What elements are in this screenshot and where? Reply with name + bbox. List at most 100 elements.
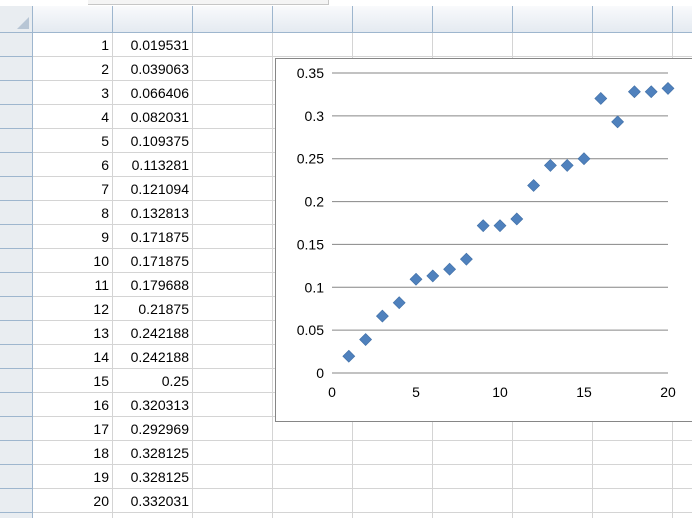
row-header-10[interactable]	[0, 249, 33, 273]
cell-b6[interactable]: 0.113281	[113, 153, 192, 176]
cell-a6[interactable]: 6	[33, 153, 112, 176]
cell-b5[interactable]: 0.109375	[113, 129, 192, 152]
cell-b13[interactable]: 0.242188	[113, 321, 192, 344]
column-header-next[interactable]	[673, 6, 692, 33]
row-header-6[interactable]	[0, 153, 33, 177]
cell-a15[interactable]: 15	[33, 369, 112, 392]
column-header-b[interactable]	[113, 6, 193, 33]
cell-a8[interactable]: 8	[33, 201, 112, 224]
row-header-5[interactable]	[0, 129, 33, 153]
row-header-7[interactable]	[0, 177, 33, 201]
cell-a4[interactable]: 4	[33, 105, 112, 128]
cell-a5[interactable]: 5	[33, 129, 112, 152]
row-header-19[interactable]	[0, 465, 33, 489]
column-header-e[interactable]	[353, 6, 433, 33]
row-header-16[interactable]	[0, 393, 33, 417]
data-point	[560, 158, 574, 172]
data-point	[493, 219, 507, 233]
column-gridline	[272, 33, 273, 518]
scatter-chart[interactable]: 0 0.05 0.1 0.15 0.2 0.25 0.3 0.35 0 5 10 15 20	[275, 58, 692, 422]
row-header-20[interactable]	[0, 489, 33, 513]
cell-a1[interactable]: 1	[33, 33, 112, 56]
x-tick-label: 15	[576, 384, 592, 400]
row-gridline	[33, 512, 692, 513]
column-header-h[interactable]	[593, 6, 673, 33]
row-header-14[interactable]	[0, 345, 33, 369]
cell-a13[interactable]: 13	[33, 321, 112, 344]
row-header-3[interactable]	[0, 81, 33, 105]
row-header-17[interactable]	[0, 417, 33, 441]
row-header-8[interactable]	[0, 201, 33, 225]
x-tick-label: 20	[660, 384, 676, 400]
cell-a12[interactable]: 12	[33, 297, 112, 320]
cell-b20[interactable]: 0.332031	[113, 489, 192, 512]
cell-a19[interactable]: 19	[33, 465, 112, 488]
cell-b3[interactable]: 0.066406	[113, 81, 192, 104]
row-header-9[interactable]	[0, 225, 33, 249]
data-point	[476, 219, 490, 233]
data-point	[543, 158, 557, 172]
cell-b9[interactable]: 0.171875	[113, 225, 192, 248]
column-header-g[interactable]	[513, 6, 593, 33]
cell-b10[interactable]: 0.171875	[113, 249, 192, 272]
row-header-next[interactable]	[0, 513, 33, 518]
data-point	[611, 115, 625, 129]
y-tick-label: 0.3	[305, 108, 325, 124]
cell-b11[interactable]: 0.179688	[113, 273, 192, 296]
y-tick-label: 0.2	[305, 194, 325, 210]
cell-b7[interactable]: 0.121094	[113, 177, 192, 200]
row-header-13[interactable]	[0, 321, 33, 345]
cell-b18[interactable]: 0.328125	[113, 441, 192, 464]
row-header-15[interactable]	[0, 369, 33, 393]
y-tick-label: 0.35	[297, 65, 324, 81]
column-header-f[interactable]	[433, 6, 513, 33]
cell-a20[interactable]: 20	[33, 489, 112, 512]
cell-b8[interactable]: 0.132813	[113, 201, 192, 224]
column-header-a[interactable]	[33, 6, 113, 33]
cell-a14[interactable]: 14	[33, 345, 112, 368]
x-tick-label: 0	[328, 384, 336, 400]
select-all-button[interactable]	[0, 6, 33, 33]
cell-b4[interactable]: 0.082031	[113, 105, 192, 128]
column-header-d[interactable]	[273, 6, 353, 33]
data-point	[510, 212, 524, 226]
cell-b17[interactable]: 0.292969	[113, 417, 192, 440]
row-header-1[interactable]	[0, 33, 33, 57]
row-header-18[interactable]	[0, 441, 33, 465]
cell-b1[interactable]: 0.019531	[113, 33, 192, 56]
data-point	[594, 92, 608, 105]
cell-a17[interactable]: 17	[33, 417, 112, 440]
row-header-11[interactable]	[0, 273, 33, 297]
cell-a16[interactable]: 16	[33, 393, 112, 416]
cell-a10[interactable]: 10	[33, 249, 112, 272]
data-point	[392, 296, 406, 310]
y-tick-label: 0.15	[297, 236, 324, 252]
cell-b15[interactable]: 0.25	[113, 369, 192, 392]
row-header-2[interactable]	[0, 57, 33, 81]
cell-a11[interactable]: 11	[33, 273, 112, 296]
cell-a9[interactable]: 9	[33, 225, 112, 248]
y-tick-label: 0.05	[297, 322, 324, 338]
cell-a7[interactable]: 7	[33, 177, 112, 200]
cell-a2[interactable]: 2	[33, 57, 112, 80]
x-tick-label: 5	[412, 384, 420, 400]
cell-a18[interactable]: 18	[33, 441, 112, 464]
data-point	[661, 81, 675, 95]
cell-b16[interactable]: 0.320313	[113, 393, 192, 416]
column-header-c[interactable]	[193, 6, 273, 33]
cell-b2[interactable]: 0.039063	[113, 57, 192, 80]
row-header-4[interactable]	[0, 105, 33, 129]
cell-b19[interactable]: 0.328125	[113, 465, 192, 488]
x-tick-label: 10	[492, 384, 508, 400]
cell-b12[interactable]: 0.21875	[113, 297, 192, 320]
cell-a3[interactable]: 3	[33, 81, 112, 104]
row-header-12[interactable]	[0, 297, 33, 321]
cell-b14[interactable]: 0.242188	[113, 345, 192, 368]
y-tick-label: 0	[316, 365, 324, 381]
data-point	[443, 262, 457, 276]
y-tick-label: 0.1	[305, 279, 325, 295]
data-point	[426, 269, 440, 283]
data-point	[459, 252, 473, 266]
data-point	[359, 333, 373, 346]
data-point	[342, 349, 356, 363]
